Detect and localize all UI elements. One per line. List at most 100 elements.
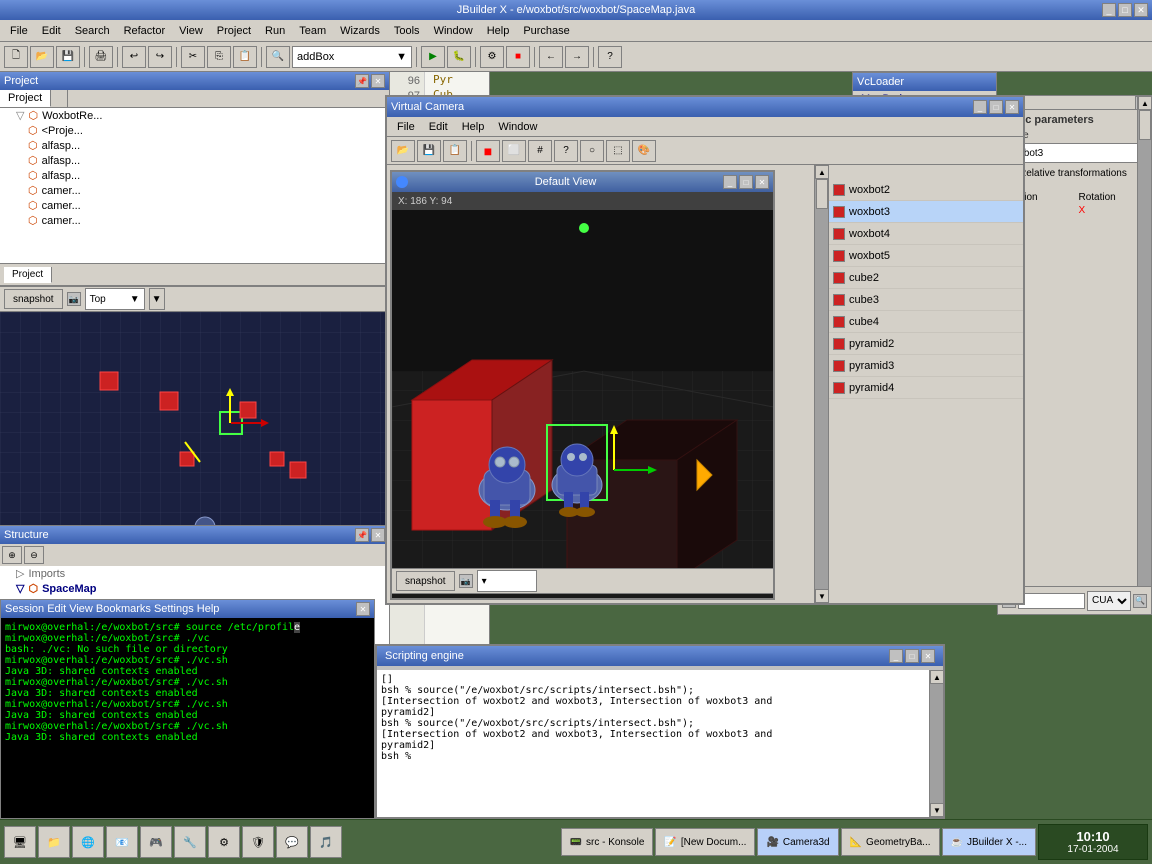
- struct-spacemap[interactable]: ▽ ⬡ SpaceMap: [0, 581, 389, 596]
- menu-edit[interactable]: Edit: [36, 23, 67, 39]
- dv-close[interactable]: ✕: [755, 175, 769, 189]
- scroll-down[interactable]: ▼: [815, 589, 829, 603]
- taskbar-icon-8[interactable]: 🛡: [242, 826, 274, 858]
- obj-woxbot4[interactable]: woxbot4: [829, 223, 1023, 245]
- vc-btn-copy[interactable]: 📋: [443, 140, 467, 162]
- tree-camer3[interactable]: ⬡ camer...: [0, 213, 389, 228]
- vc-btn-color[interactable]: 🎨: [632, 140, 656, 162]
- scripting-scrollbar[interactable]: ▲ ▼: [929, 670, 943, 817]
- taskbar-camera3d[interactable]: 🎥 Camera3d: [757, 828, 838, 856]
- menu-search[interactable]: Search: [69, 23, 116, 39]
- tree-camer2[interactable]: ⬡ camer...: [0, 198, 389, 213]
- taskbar-konsole[interactable]: 📟 src - Konsole: [561, 828, 654, 856]
- obj-woxbot5[interactable]: woxbot5: [829, 245, 1023, 267]
- struct-btn1[interactable]: ⊕: [2, 546, 22, 564]
- project-pin[interactable]: 📌: [355, 74, 369, 88]
- vc-scrollbar[interactable]: ▲ ▼: [814, 165, 828, 603]
- close-button[interactable]: ✕: [1134, 3, 1148, 17]
- menu-run[interactable]: Run: [259, 23, 291, 39]
- struct-close[interactable]: ✕: [371, 528, 385, 542]
- snapshot-icon[interactable]: 📷: [67, 292, 81, 306]
- menu-help[interactable]: Help: [481, 23, 516, 39]
- menu-file[interactable]: File: [4, 23, 34, 39]
- tree-camer1[interactable]: ⬡ camer...: [0, 183, 389, 198]
- vc-maximize[interactable]: □: [989, 100, 1003, 114]
- vc-btn-cam[interactable]: ⬚: [606, 140, 630, 162]
- scripting-close[interactable]: ✕: [921, 649, 935, 663]
- vc-btn-square[interactable]: ⬜: [502, 140, 526, 162]
- prop-scrollbar[interactable]: ▲ ▼: [1137, 96, 1151, 614]
- top-viewport[interactable]: [0, 312, 389, 525]
- toolbar-undo[interactable]: ↩: [122, 46, 146, 68]
- obj-woxbot2[interactable]: woxbot2: [829, 179, 1023, 201]
- obj-pyramid4[interactable]: pyramid4: [829, 377, 1023, 399]
- terminal-content[interactable]: mirwox@overhal:/e/woxbot/src# source /et…: [1, 618, 374, 747]
- vc-menu-help[interactable]: Help: [456, 119, 491, 135]
- prop-bottom-input[interactable]: [1018, 593, 1085, 609]
- menu-team[interactable]: Team: [293, 23, 332, 39]
- taskbar-jbuilder[interactable]: ☕ JBuilder X -...: [942, 828, 1036, 856]
- prop-mode-select[interactable]: CUA: [1087, 591, 1131, 611]
- taskbar-icon-7[interactable]: ⚙: [208, 826, 240, 858]
- taskbar-icon-3[interactable]: 🌐: [72, 826, 104, 858]
- dv-view-combo[interactable]: ▾: [477, 570, 537, 592]
- tree-alfasp1[interactable]: ⬡ alfasp...: [0, 138, 389, 153]
- dv-minimize[interactable]: _: [723, 175, 737, 189]
- taskbar-icon-9[interactable]: 💬: [276, 826, 308, 858]
- script-scroll-down[interactable]: ▼: [930, 803, 944, 817]
- toolbar-save[interactable]: 💾: [56, 46, 80, 68]
- vc-menu-window[interactable]: Window: [492, 119, 543, 135]
- dv-viewport[interactable]: [392, 210, 773, 568]
- toolbar-stop[interactable]: ■: [506, 46, 530, 68]
- prop-search[interactable]: 🔍: [1133, 594, 1147, 608]
- tree-alfasp2[interactable]: ⬡ alfasp...: [0, 153, 389, 168]
- prop-scroll-up[interactable]: ▲: [1138, 96, 1152, 110]
- obj-cube3[interactable]: cube3: [829, 289, 1023, 311]
- vc-close[interactable]: ✕: [1005, 100, 1019, 114]
- menu-tools[interactable]: Tools: [388, 23, 426, 39]
- scroll-thumb[interactable]: [816, 179, 828, 209]
- toolbar-cut[interactable]: ✂: [181, 46, 205, 68]
- menu-purchase[interactable]: Purchase: [517, 23, 575, 39]
- vc-btn-grid[interactable]: #: [528, 140, 552, 162]
- scroll-up[interactable]: ▲: [815, 165, 829, 179]
- vc-btn-circle[interactable]: ○: [580, 140, 604, 162]
- vc-btn-open[interactable]: 📂: [391, 140, 415, 162]
- vc-btn-q[interactable]: ?: [554, 140, 578, 162]
- dv-maximize[interactable]: □: [739, 175, 753, 189]
- dv-snap-icon[interactable]: 📷: [459, 574, 473, 588]
- obj-cube4[interactable]: cube4: [829, 311, 1023, 333]
- obj-pyramid2[interactable]: pyramid2: [829, 333, 1023, 355]
- view-combo[interactable]: Top ▼: [85, 288, 145, 310]
- scripting-max[interactable]: □: [905, 649, 919, 663]
- toolbar-debug[interactable]: 🐛: [447, 46, 471, 68]
- obj-cube2[interactable]: cube2: [829, 267, 1023, 289]
- vc-btn-play[interactable]: ■: [476, 140, 500, 162]
- prop-scroll-thumb[interactable]: [1139, 110, 1151, 140]
- menu-view[interactable]: View: [173, 23, 209, 39]
- toolbar-build[interactable]: ⚙: [480, 46, 504, 68]
- view-more[interactable]: ▼: [149, 288, 165, 310]
- taskbar-icon-2[interactable]: 📁: [38, 826, 70, 858]
- tab-project[interactable]: Project: [0, 90, 51, 107]
- menu-refactor[interactable]: Refactor: [118, 23, 172, 39]
- snapshot-button[interactable]: snapshot: [4, 289, 63, 309]
- project-close[interactable]: ✕: [371, 74, 385, 88]
- vc-menu-file[interactable]: File: [391, 119, 421, 135]
- menu-window[interactable]: Window: [428, 23, 479, 39]
- taskbar-icon-4[interactable]: 📧: [106, 826, 138, 858]
- struct-btn2[interactable]: ⊖: [24, 546, 44, 564]
- toolbar-run[interactable]: ▶: [421, 46, 445, 68]
- obj-pyramid3[interactable]: pyramid3: [829, 355, 1023, 377]
- taskbar-icon-1[interactable]: 🖥: [4, 826, 36, 858]
- taskbar-geometry[interactable]: 📐 GeometryBa...: [841, 828, 940, 856]
- toolbar-search[interactable]: 🔍: [266, 46, 290, 68]
- tab-other[interactable]: [51, 90, 68, 107]
- vc-btn-save[interactable]: 💾: [417, 140, 441, 162]
- tree-alfasp3[interactable]: ⬡ alfasp...: [0, 168, 389, 183]
- minimize-button[interactable]: _: [1102, 3, 1116, 17]
- obj-woxbot3[interactable]: woxbot3: [829, 201, 1023, 223]
- toolbar-combo[interactable]: addBox ▼: [292, 46, 412, 68]
- toolbar-redo[interactable]: ↪: [148, 46, 172, 68]
- toolbar-help2[interactable]: ?: [598, 46, 622, 68]
